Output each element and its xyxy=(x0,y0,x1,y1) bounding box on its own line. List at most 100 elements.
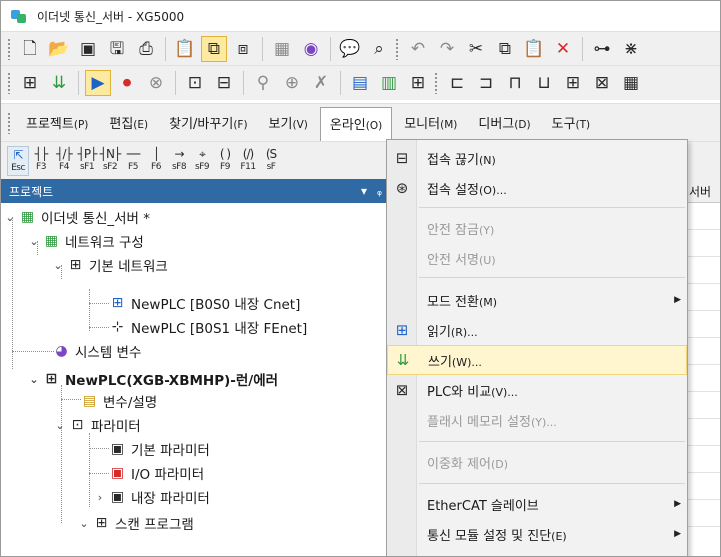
collapse-icon[interactable]: › xyxy=(93,491,107,504)
scan-icon[interactable]: ⋇ xyxy=(618,36,644,62)
menu-item-flash-memory[interactable]: 플래시 메모리 설정(Y)... xyxy=(387,405,687,435)
record-icon[interactable]: ◉ xyxy=(298,36,324,62)
menubar-grip[interactable] xyxy=(7,111,11,134)
delete-icon[interactable]: ✕ xyxy=(550,36,576,62)
comment-icon[interactable]: 💬 xyxy=(337,36,363,62)
menu-item-mode-switch[interactable]: 모드 전환(M) ▶ xyxy=(387,285,687,315)
menu-item-compare-plc[interactable]: ⊠ PLC와 비교(V)... xyxy=(387,375,687,405)
network-icon[interactable]: ⊶ xyxy=(589,36,615,62)
device-icon[interactable]: ⊔ xyxy=(531,70,557,96)
undo-icon[interactable]: ↶ xyxy=(405,36,431,62)
print-icon[interactable]: ⎙ xyxy=(133,36,159,62)
redo-icon[interactable]: ↷ xyxy=(434,36,460,62)
copy-icon[interactable]: ⧉ xyxy=(492,36,518,62)
config-icon[interactable]: ⊞ xyxy=(405,70,431,96)
menu-item-ethercat-slave[interactable]: EtherCAT 슬레이브 ▶ xyxy=(387,489,687,519)
open-project-icon[interactable]: ▣ xyxy=(75,36,101,62)
tree-node-cnet[interactable]: ⊞ NewPLC [B0S0 내장 Cnet] xyxy=(109,291,301,315)
toolbar-grip[interactable] xyxy=(395,38,399,60)
set-coil-button[interactable]: (S sF xyxy=(260,146,282,176)
expand-icon[interactable]: ⌄ xyxy=(51,259,65,272)
horizontal-line-button[interactable]: ── F5 xyxy=(122,146,144,176)
contact-a-button[interactable]: ┤├ F3 xyxy=(30,146,52,176)
tree-node-project[interactable]: ⌄ ▦ 이더넷 통신_서버 * xyxy=(3,205,150,229)
tree-node-io-parameters[interactable]: ▣ I/O 파라미터 xyxy=(109,461,204,485)
expand-icon[interactable]: ⌄ xyxy=(53,419,67,432)
ladder2-icon[interactable]: ⊐ xyxy=(473,70,499,96)
menu-item-disconnect[interactable]: ⊟ 접속 끊기(N) xyxy=(387,143,687,173)
coil-button[interactable]: ( ) F9 xyxy=(214,146,236,176)
tree-node-builtin-parameters[interactable]: › ▣ 내장 파라미터 xyxy=(93,485,210,509)
clipboard-icon[interactable]: 📋 xyxy=(172,36,198,62)
tree-node-basic-network[interactable]: ⌄ ⊞ 기본 네트워크 xyxy=(51,253,167,277)
connect-plc-icon[interactable]: ⧉ xyxy=(201,36,227,62)
menu-find-replace[interactable]: 찾기/바꾸기(F) xyxy=(160,107,256,138)
menu-item-safety-signature[interactable]: 안전 서명(U) xyxy=(387,243,687,273)
expand-icon[interactable]: ⌄ xyxy=(27,235,41,248)
menu-item-comm-module-settings[interactable]: 통신 모듈 설정 및 진단(E) ▶ xyxy=(387,519,687,549)
menu-item-redundancy-control[interactable]: 이중화 제어(D) xyxy=(387,447,687,477)
network-check-icon[interactable]: ⊕ xyxy=(279,70,305,96)
editor-area[interactable] xyxy=(688,203,720,556)
find-icon[interactable]: ⌕ xyxy=(366,36,392,62)
paste-icon[interactable]: 📋 xyxy=(521,36,547,62)
param-icon[interactable]: ⊟ xyxy=(211,70,237,96)
esc-key-button[interactable]: ⇱ Esc xyxy=(7,145,29,176)
tree-node-variables[interactable]: ▤ 변수/설명 xyxy=(81,389,157,413)
tree-node-plc[interactable]: ⌄ ⊞ NewPLC(XGB-XBMHP)-런/에러 xyxy=(27,367,278,391)
display-icon[interactable]: ▤ xyxy=(347,70,373,96)
tree-node-network-config[interactable]: ⌄ ▦ 네트워크 구성 xyxy=(27,229,143,253)
expand-icon[interactable]: ⌄ xyxy=(27,373,41,386)
stop-icon[interactable]: ⏺ xyxy=(114,70,140,96)
run-icon[interactable]: ▶ xyxy=(85,70,111,96)
negative-contact-button[interactable]: ┤N├ sF2 xyxy=(99,146,121,176)
cut-icon[interactable]: ✂ xyxy=(463,36,489,62)
write-icon[interactable]: ⇊ xyxy=(46,70,72,96)
tree-node-system-variables[interactable]: ◕ 시스템 변수 xyxy=(53,339,141,363)
window-icon[interactable]: ⊠ xyxy=(589,70,615,96)
menu-online[interactable]: 온라인(O) xyxy=(319,107,393,141)
inverted-coil-button[interactable]: (/) F11 xyxy=(237,146,259,176)
menu-item-read[interactable]: ⊞ 읽기(R)... xyxy=(387,315,687,345)
panel-dropdown-icon[interactable]: ▾ xyxy=(361,184,367,198)
disconnect-icon[interactable]: ⧈ xyxy=(230,36,256,62)
compare-icon[interactable]: ▥ xyxy=(376,70,402,96)
link-icon[interactable]: ⚲ xyxy=(250,70,276,96)
tree-node-scan-program[interactable]: ⌄ ⊞ 스캔 프로그램 xyxy=(77,511,193,535)
menu-tools[interactable]: 도구(T) xyxy=(543,107,600,138)
menu-monitor[interactable]: 모니터(M) xyxy=(395,107,466,138)
menu-item-connection-settings[interactable]: ⊛ 접속 설정(O)... xyxy=(387,173,687,203)
plc-icon[interactable]: ⊡ xyxy=(182,70,208,96)
menu-item-safety-lock[interactable]: 안전 잠금(Y) xyxy=(387,213,687,243)
tree-node-fenet[interactable]: ⊹ NewPLC [B0S1 내장 FEnet] xyxy=(109,315,308,339)
open-folder-icon[interactable]: 📂 xyxy=(46,36,72,62)
pin-icon[interactable]: ᵩ xyxy=(377,184,382,198)
connect-line-button[interactable]: → sF8 xyxy=(168,146,190,176)
vertical-line-button[interactable]: │ F6 xyxy=(145,146,167,176)
invert-button[interactable]: ⌖ sF9 xyxy=(191,146,213,176)
monitor-icon[interactable]: ▦ xyxy=(269,36,295,62)
tree-node-parameters[interactable]: ⌄ ⊡ 파라미터 xyxy=(53,413,140,437)
chart-icon[interactable]: ▦ xyxy=(618,70,644,96)
contact-b-button[interactable]: ┤/├ F4 xyxy=(53,146,75,176)
online-connect-icon[interactable]: ⊞ xyxy=(17,70,43,96)
toolbar-grip[interactable] xyxy=(434,72,438,94)
ladder3-icon[interactable]: ⊓ xyxy=(502,70,528,96)
expand-icon[interactable]: ⌄ xyxy=(3,211,17,224)
menu-view[interactable]: 보기(V) xyxy=(260,107,317,138)
new-file-icon[interactable]: 🗋 xyxy=(17,36,43,62)
toolbar-grip[interactable] xyxy=(7,38,11,60)
table-icon[interactable]: ⊞ xyxy=(560,70,586,96)
expand-icon[interactable]: ⌄ xyxy=(77,517,91,530)
pause-icon[interactable]: ⊗ xyxy=(143,70,169,96)
menu-edit[interactable]: 편집(E) xyxy=(100,107,157,138)
menu-project[interactable]: 프로젝트(P) xyxy=(17,107,97,138)
toolbar-grip[interactable] xyxy=(7,72,11,94)
cut-network-icon[interactable]: ✗ xyxy=(308,70,334,96)
menu-item-write[interactable]: ⇊ 쓰기(W)... xyxy=(387,345,687,375)
save-icon[interactable]: 🖫 xyxy=(104,36,130,62)
positive-contact-button[interactable]: ┤P├ sF1 xyxy=(76,146,98,176)
menu-debug[interactable]: 디버그(D) xyxy=(469,107,539,138)
editor-tab-header[interactable]: 서버 xyxy=(688,179,720,203)
tree-node-basic-parameters[interactable]: ▣ 기본 파라미터 xyxy=(109,437,210,461)
